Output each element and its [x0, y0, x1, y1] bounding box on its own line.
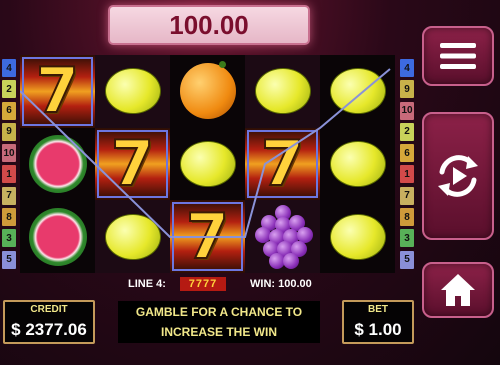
payline-number[interactable]: 10: [400, 101, 414, 120]
payline-number[interactable]: 1: [400, 165, 414, 184]
win-label: WIN: 100.00: [250, 278, 312, 290]
credit-value: $ 2377.06: [11, 320, 87, 339]
bet-panel[interactable]: BET $ 1.00: [342, 300, 414, 344]
spin-button[interactable]: [422, 112, 494, 240]
right-payline-numbers: 4 9 10 2 6 1 7 8 3 5: [400, 59, 414, 272]
gamble-message[interactable]: GAMBLE FOR A CHANCE TO INCREASE THE WIN: [118, 301, 320, 343]
credit-label: CREDIT: [30, 304, 68, 315]
line-symbols: 7777: [180, 277, 226, 291]
payline-number[interactable]: 4: [2, 59, 16, 77]
payline-number[interactable]: 3: [2, 229, 16, 248]
credit-panel: CREDIT $ 2377.06: [3, 300, 95, 344]
payline-number[interactable]: 6: [2, 101, 16, 120]
payline-overlay: [20, 68, 391, 238]
menu-icon: [440, 43, 476, 69]
payline-4-line: [20, 68, 391, 238]
win-amount-display: 100.00: [108, 5, 310, 45]
payline-number[interactable]: 7: [400, 186, 414, 205]
line-label: LINE 4:: [128, 278, 166, 290]
payline-number[interactable]: 9: [2, 122, 16, 141]
bet-value: $ 1.00: [354, 320, 402, 339]
payline-number[interactable]: 6: [400, 144, 414, 163]
payline-number[interactable]: 2: [400, 122, 414, 141]
gamble-message-line2: INCREASE THE WIN: [160, 325, 277, 339]
left-payline-numbers: 4 2 6 9 10 1 7 8 3 5: [2, 59, 16, 272]
bet-label: BET: [368, 304, 388, 315]
payline-number[interactable]: 9: [400, 80, 414, 99]
home-button[interactable]: [422, 262, 494, 318]
payline-number[interactable]: 7: [2, 186, 16, 205]
gamble-message-line1: GAMBLE FOR A CHANCE TO: [135, 305, 303, 319]
payline-number[interactable]: 8: [400, 208, 414, 227]
payline-number[interactable]: 1: [2, 165, 16, 184]
payline-number[interactable]: 10: [2, 144, 16, 163]
payline-number[interactable]: 2: [2, 80, 16, 99]
payline-number[interactable]: 3: [400, 229, 414, 248]
payline-number[interactable]: 8: [2, 208, 16, 227]
menu-button[interactable]: [422, 26, 494, 86]
home-icon: [441, 274, 475, 306]
autoplay-spin-icon: [438, 155, 478, 197]
payline-number[interactable]: 5: [2, 250, 16, 269]
payline-number[interactable]: 4: [400, 59, 414, 77]
payline-number[interactable]: 5: [400, 250, 414, 269]
